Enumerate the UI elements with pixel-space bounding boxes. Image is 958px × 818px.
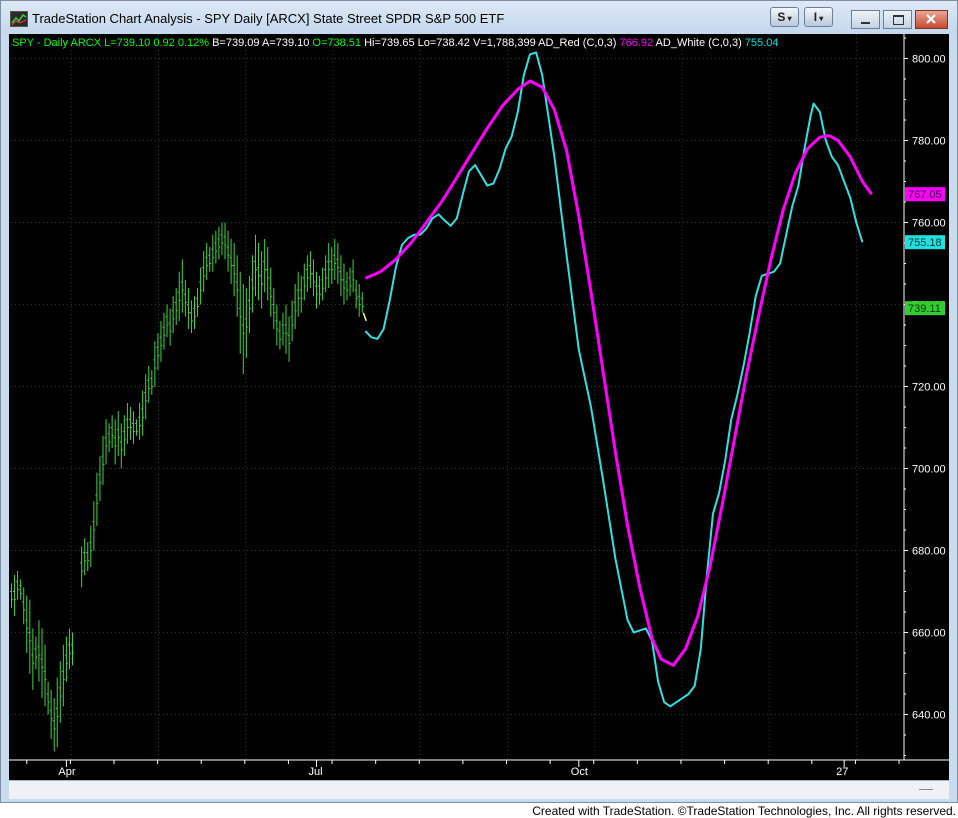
x-tick-label: Oct [571, 766, 588, 778]
y-tick-label: 780.00 [912, 136, 946, 148]
window-title: TradeStation Chart Analysis - SPY Daily … [32, 11, 505, 26]
i-menu-button[interactable]: I ▾ [804, 7, 833, 27]
resize-grip-icon[interactable] [919, 789, 933, 790]
maximize-icon [893, 15, 904, 25]
last-price-bar [362, 312, 368, 322]
chart-area[interactable]: 800.00780.00760.00740.00720.00700.00680.… [9, 34, 949, 780]
title-bar[interactable]: TradeStation Chart Analysis - SPY Daily … [1, 1, 957, 34]
price-bars [10, 222, 368, 752]
value-tags: 767.05 755.18 739.11 [905, 187, 945, 316]
ad-white-line [364, 51, 864, 708]
status-bar [9, 780, 949, 799]
y-axis: 800.00780.00760.00740.00720.00700.00680.… [904, 37, 946, 756]
status-field: AD_Red (C,0,3) [536, 37, 617, 49]
close-icon [926, 14, 936, 24]
status-field: ARCX [68, 37, 102, 49]
ad-white-value-tag: 755.18 [908, 237, 942, 249]
tradestation-app-icon[interactable] [10, 11, 28, 27]
maximize-button[interactable] [883, 10, 912, 29]
x-tick-label: 27 [836, 766, 848, 778]
ad-red-value-tag: 767.05 [908, 189, 942, 201]
status-field: L=739.10 [101, 37, 150, 49]
status-field: 0.12% [175, 37, 209, 49]
status-field: B=739.09 [209, 37, 259, 49]
chart-canvas[interactable]: 800.00780.00760.00740.00720.00700.00680.… [9, 34, 949, 780]
status-field: A=739.10 [260, 37, 310, 49]
dropdown-arrow-icon: ▾ [817, 14, 824, 23]
minimize-button[interactable] [851, 10, 880, 29]
last-price-tag: 739.11 [908, 303, 941, 315]
y-tick-label: 720.00 [912, 382, 946, 394]
credit-text: Created with TradeStation. ©TradeStation… [532, 804, 956, 818]
y-tick-label: 660.00 [912, 628, 946, 640]
grid-lines [11, 34, 904, 760]
y-tick-label: 680.00 [912, 546, 946, 558]
status-field: Hi=739.65 [361, 37, 415, 49]
dropdown-arrow-icon: ▾ [785, 14, 792, 23]
s-menu-button[interactable]: S ▾ [770, 7, 799, 27]
x-tick-label: Jul [309, 766, 323, 778]
x-tick-label: Apr [58, 766, 75, 778]
y-tick-label: 760.00 [912, 218, 946, 230]
status-field: 0.92 [150, 37, 174, 49]
status-field: 766.92 [616, 37, 653, 49]
status-field: V=1,788,399 [470, 37, 536, 49]
close-button[interactable] [915, 10, 948, 29]
status-field: SPY - Daily [12, 37, 69, 49]
y-tick-label: 700.00 [912, 464, 946, 476]
status-field: O=738.51 [309, 37, 361, 49]
minimize-icon [861, 22, 870, 24]
status-field: AD_White (C,0,3) [653, 37, 742, 49]
chart-status-line: SPY - Daily ARCX L=739.10 0.92 0.12% B=7… [12, 37, 778, 49]
y-tick-label: 800.00 [912, 54, 946, 66]
indicator-lines [364, 51, 873, 708]
y-tick-label: 640.00 [912, 710, 946, 722]
chart-window: TradeStation Chart Analysis - SPY Daily … [0, 0, 958, 803]
status-field: 755.04 [742, 37, 779, 49]
status-field: Lo=738.42 [415, 37, 470, 49]
x-axis: Apr Jul Oct 27 [26, 760, 900, 778]
